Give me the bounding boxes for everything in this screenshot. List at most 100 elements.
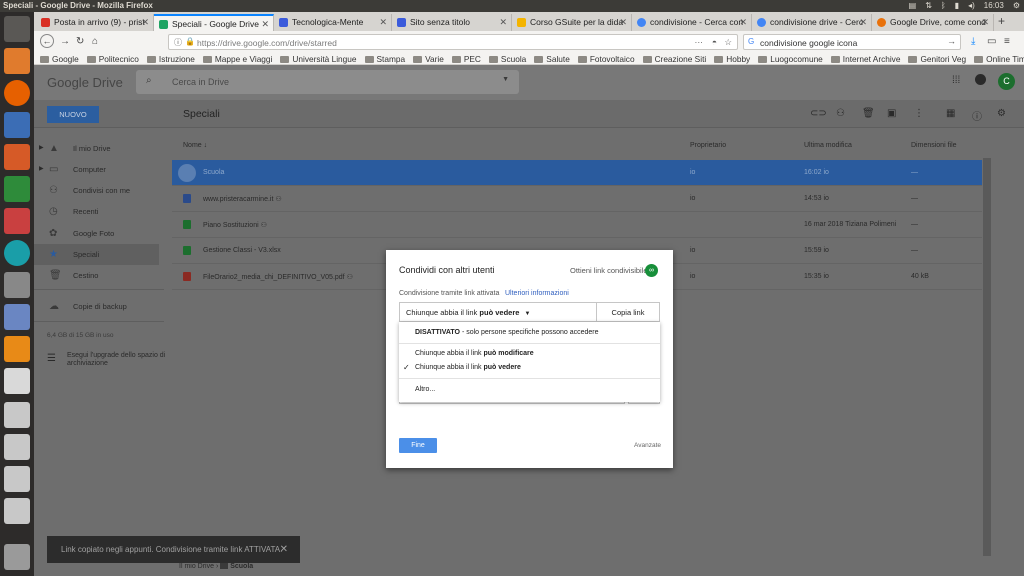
menu-item-can-view[interactable]: ✓ Chiunque abbia il link può vedere — [399, 361, 660, 375]
sidebar-item-shared[interactable]: ⚇ Condivisi con me — [34, 180, 159, 201]
bookmark-item[interactable]: Online Timer — [974, 54, 1024, 64]
system-tray[interactable]: ▤ ⇅ ᛒ ▮ ◂) 16:03 ⚙ — [909, 1, 1020, 10]
sidebar-icon[interactable]: ▭ — [987, 36, 996, 47]
bookmark-item[interactable]: Google — [40, 54, 79, 64]
network-icon[interactable]: ⇅ — [925, 1, 932, 10]
new-button[interactable]: NUOVO — [47, 106, 99, 123]
sidebar-item-trash[interactable]: 🗑 Cestino — [34, 265, 159, 286]
advanced-link[interactable]: Avanzate — [634, 442, 661, 449]
bookmark-item[interactable]: Luogocomune — [758, 54, 823, 64]
bookmark-item[interactable]: Creazione Siti — [642, 54, 706, 64]
tab-search-1[interactable]: condivisione - Cerca con ✕ — [632, 14, 752, 31]
sidebar-item-my-drive[interactable]: ▶ ▲ Il mio Drive — [34, 138, 159, 159]
bookmark-item[interactable]: Varie — [413, 54, 444, 64]
files-icon[interactable] — [4, 48, 30, 74]
bookmark-item[interactable]: Internet Archive — [830, 54, 900, 64]
close-icon[interactable]: ✕ — [499, 17, 507, 28]
delete-icon[interactable]: 🗑 — [862, 108, 875, 119]
permission-select[interactable]: Chiunque abbia il link può vedere ▼ — [399, 302, 597, 322]
ubuntu-dash-icon[interactable] — [4, 16, 30, 42]
bookmark-item[interactable]: Istruzione — [146, 54, 195, 64]
chevron-down-icon[interactable]: ▼ — [502, 76, 509, 83]
menu-item-off[interactable]: DISATTIVATO - solo persone specifiche po… — [399, 326, 660, 340]
battery-icon[interactable]: ▮ — [955, 1, 959, 10]
software-center-icon[interactable] — [4, 208, 30, 234]
column-owner[interactable]: Proprietario — [690, 142, 726, 149]
move-folder-icon[interactable]: ▣ — [887, 108, 896, 119]
close-icon[interactable]: ✕ — [619, 17, 627, 28]
bookmark-item[interactable]: Università Lingue — [280, 54, 357, 64]
sidebar-item-recent[interactable]: ◷ Recenti — [34, 201, 159, 222]
close-icon[interactable]: ✕ — [739, 17, 747, 28]
printer-icon[interactable] — [4, 368, 30, 394]
reload-button[interactable]: ↻ — [76, 36, 84, 47]
column-modified[interactable]: Ultima modifica — [804, 142, 852, 149]
menu-icon[interactable]: ≡ — [1004, 36, 1010, 47]
tab-sito[interactable]: Sito senza titolo ✕ — [392, 14, 512, 31]
tab-search-2[interactable]: condivisione drive - Cerc ✕ — [752, 14, 872, 31]
bookmark-item[interactable]: Mappe e Viaggi — [202, 54, 272, 64]
arduino-icon[interactable] — [4, 240, 30, 266]
close-icon[interactable]: ✕ — [141, 17, 149, 28]
sidebar-item-photos[interactable]: ✿ Google Foto — [34, 223, 159, 244]
document-viewer-icon[interactable] — [4, 304, 30, 330]
go-arrow-icon[interactable]: → — [947, 36, 956, 46]
bluetooth-icon[interactable]: ᛒ — [941, 1, 946, 10]
bookmark-item[interactable]: Fotovoltaico — [577, 54, 635, 64]
breadcrumb-root[interactable]: Il mio Drive — [179, 563, 214, 570]
page-actions-icon[interactable]: ··· — [695, 37, 704, 47]
forward-button[interactable]: → — [60, 36, 70, 47]
tab-drive[interactable]: Speciali - Google Drive ✕ — [154, 14, 274, 31]
file-row-site[interactable]: www.pristeracarmine.it ⚇ io 14:53 io — — [172, 186, 982, 212]
menu-item-can-edit[interactable]: Chiunque abbia il link può modificare — [399, 347, 660, 361]
info-icon[interactable]: ⓘ — [972, 108, 982, 123]
drive-icon[interactable] — [4, 402, 30, 428]
bookmark-item[interactable]: Scuola — [488, 54, 526, 64]
keyboard-icon[interactable]: ▤ — [909, 1, 917, 10]
search-bar[interactable]: G condivisione google icona → — [743, 34, 961, 50]
scrollbar[interactable] — [983, 158, 991, 556]
sidebar-item-backups[interactable]: ☁ Copie di backup — [34, 296, 159, 317]
avatar[interactable]: C — [998, 73, 1015, 90]
sidebar-item-computer[interactable]: ▶ ▭ Computer — [34, 159, 159, 180]
link-icon[interactable]: ∞ — [645, 264, 658, 277]
home-button[interactable]: ⌂ — [92, 36, 98, 47]
vlc-icon[interactable] — [4, 336, 30, 362]
drive-search-input[interactable]: ⌕ Cerca in Drive ▼ — [136, 70, 519, 94]
apps-grid-icon[interactable]: ⁞⁞⁞ — [952, 75, 960, 86]
close-icon[interactable]: ✕ — [261, 19, 269, 30]
firefox-icon[interactable] — [4, 80, 30, 106]
file-row-piano[interactable]: Piano Sostituzioni ⚇ 16 mar 2018 Tiziana… — [172, 212, 982, 238]
writer-icon[interactable] — [4, 112, 30, 138]
settings-icon[interactable]: ⚙ — [997, 108, 1006, 119]
grid-view-icon[interactable]: ▦ — [946, 108, 955, 119]
copy-link-button[interactable]: Copia link — [596, 302, 660, 322]
impress-icon[interactable] — [4, 144, 30, 170]
breadcrumb-current[interactable]: Scuola — [230, 563, 253, 570]
bookmark-item[interactable]: Genitori Veg — [908, 54, 966, 64]
download-icon[interactable]: ⤓ — [971, 36, 975, 47]
back-button[interactable]: ← — [40, 34, 54, 48]
link-icon[interactable]: ⊂⊃ — [810, 108, 827, 119]
drive-icon[interactable] — [4, 498, 30, 524]
close-icon[interactable]: ✕ — [379, 17, 387, 28]
more-info-link[interactable]: Ulteriori informazioni — [505, 290, 569, 297]
info-icon[interactable]: ⓘ — [174, 37, 182, 48]
new-tab-button[interactable]: + — [998, 14, 1005, 28]
bookmark-item[interactable]: Politecnico — [86, 54, 139, 64]
expand-icon[interactable]: ▶ — [39, 165, 44, 172]
drive-icon[interactable] — [4, 434, 30, 460]
tab-tecnologica[interactable]: Tecnologica-Mente ✕ — [274, 14, 392, 31]
drive-logo[interactable]: Google Drive — [47, 75, 123, 90]
close-icon[interactable]: ✕ — [859, 17, 867, 28]
bookmark-item[interactable]: Hobby — [714, 54, 750, 64]
bookmark-item[interactable]: Stampa — [364, 54, 405, 64]
get-link-label[interactable]: Ottieni link condivisibile — [570, 266, 648, 275]
drive-icon[interactable] — [4, 466, 30, 492]
tab-article[interactable]: Google Drive, come cond ✕ — [872, 14, 994, 31]
done-button[interactable]: Fine — [399, 438, 437, 453]
gear-icon[interactable]: ⚙ — [1013, 1, 1020, 10]
bookmark-item[interactable]: PEC — [451, 54, 481, 64]
expand-icon[interactable]: ▶ — [39, 144, 44, 151]
menu-item-other[interactable]: Altro... — [399, 383, 660, 397]
